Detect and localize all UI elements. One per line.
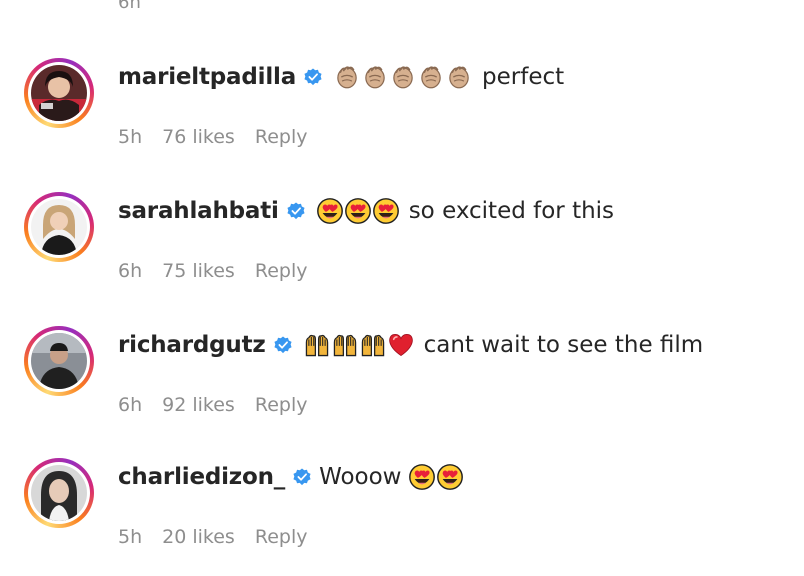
comment-item: charliedizon_ Wooow 5h 20 likes Reply <box>0 448 804 568</box>
clap-icon <box>390 64 416 90</box>
raised-hands-icon <box>332 332 358 358</box>
comment-username[interactable]: marieltpadilla <box>118 64 296 90</box>
emoji-group <box>334 64 474 90</box>
comment-likes[interactable]: 76 likes <box>162 126 235 148</box>
verified-badge-icon <box>287 202 305 220</box>
heart-eyes-icon <box>345 198 371 224</box>
clap-icon <box>362 64 388 90</box>
verified-badge-icon <box>304 68 322 86</box>
clap-icon <box>418 64 444 90</box>
reply-button[interactable]: Reply <box>255 260 308 282</box>
avatar[interactable] <box>24 192 94 262</box>
comment-text: Wooow <box>319 464 402 490</box>
avatar-photo <box>31 465 87 521</box>
avatar[interactable] <box>24 326 94 396</box>
comment-item: sarahlahbati so excited for this 6h 75 l… <box>0 182 804 302</box>
comment-text: perfect <box>482 64 565 90</box>
avatar-photo <box>31 199 87 255</box>
avatar[interactable] <box>24 458 94 528</box>
comment-username[interactable]: sarahlahbati <box>118 198 279 224</box>
comment-text: so excited for this <box>408 198 615 224</box>
comment-item: richardgutz cant wait to see the film 6h… <box>0 316 804 436</box>
previous-comment-time: 6h <box>118 0 141 13</box>
comment-time: 5h <box>118 126 143 148</box>
clap-icon <box>446 64 472 90</box>
comment-likes[interactable]: 75 likes <box>162 260 235 282</box>
reply-button[interactable]: Reply <box>255 394 308 416</box>
heart-eyes-icon <box>437 464 463 490</box>
reply-button[interactable]: Reply <box>255 126 308 148</box>
emoji-group <box>304 332 416 358</box>
comment-username[interactable]: charliedizon_ <box>118 464 285 490</box>
comment-likes[interactable]: 20 likes <box>162 526 235 548</box>
emoji-group <box>409 464 465 490</box>
clap-icon <box>334 64 360 90</box>
verified-badge-icon <box>274 336 292 354</box>
comment-username[interactable]: richardgutz <box>118 332 266 358</box>
avatar-photo <box>31 65 87 121</box>
verified-badge-icon <box>293 468 311 486</box>
comment-time: 6h <box>118 394 143 416</box>
comment-likes[interactable]: 92 likes <box>162 394 235 416</box>
heart-eyes-icon <box>317 198 343 224</box>
comment-item: marieltpadilla perfect 5h 76 likes Reply <box>0 48 804 168</box>
reply-button[interactable]: Reply <box>255 526 308 548</box>
heart-eyes-icon <box>373 198 399 224</box>
raised-hands-icon <box>304 332 330 358</box>
avatar-photo <box>31 333 87 389</box>
red-heart-icon <box>388 332 414 358</box>
avatar[interactable] <box>24 58 94 128</box>
raised-hands-icon <box>360 332 386 358</box>
heart-eyes-icon <box>409 464 435 490</box>
comment-time: 6h <box>118 260 143 282</box>
emoji-group <box>317 198 401 224</box>
comment-text: cant wait to see the film <box>423 332 704 358</box>
comment-time: 5h <box>118 526 143 548</box>
